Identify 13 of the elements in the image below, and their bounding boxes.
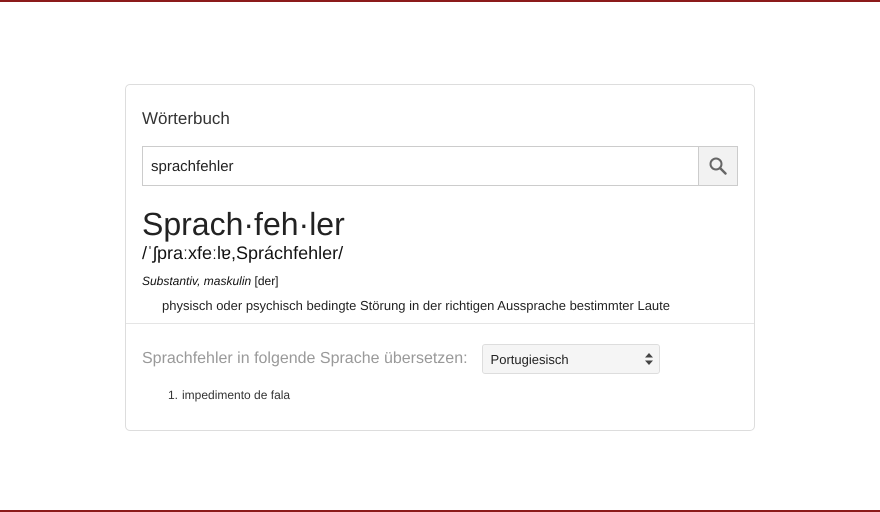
word-class: Substantiv, maskulin [der] bbox=[142, 274, 280, 288]
search-icon bbox=[709, 157, 727, 175]
card-title: Wörterbuch bbox=[142, 109, 231, 129]
translate-label: Sprachfehler in folgende Sprache übersetzen: bbox=[142, 350, 468, 368]
pronunciation: /ˈʃpraːxfeːlɐ,Spráchfehler/ bbox=[142, 242, 344, 264]
result-number: 1. bbox=[168, 388, 178, 402]
search-field[interactable]: sprachfehler bbox=[142, 146, 698, 186]
definition: physisch oder psychisch bedingte Störung in der richtigen Aussprache bestimmter Laute bbox=[162, 298, 672, 313]
translation: impedimento de fala bbox=[182, 388, 290, 402]
updown-icon bbox=[644, 353, 653, 365]
search-button[interactable] bbox=[698, 146, 738, 186]
language-select[interactable]: Portugiesisch bbox=[482, 344, 660, 374]
headword: Sprach·feh·ler bbox=[142, 206, 346, 242]
